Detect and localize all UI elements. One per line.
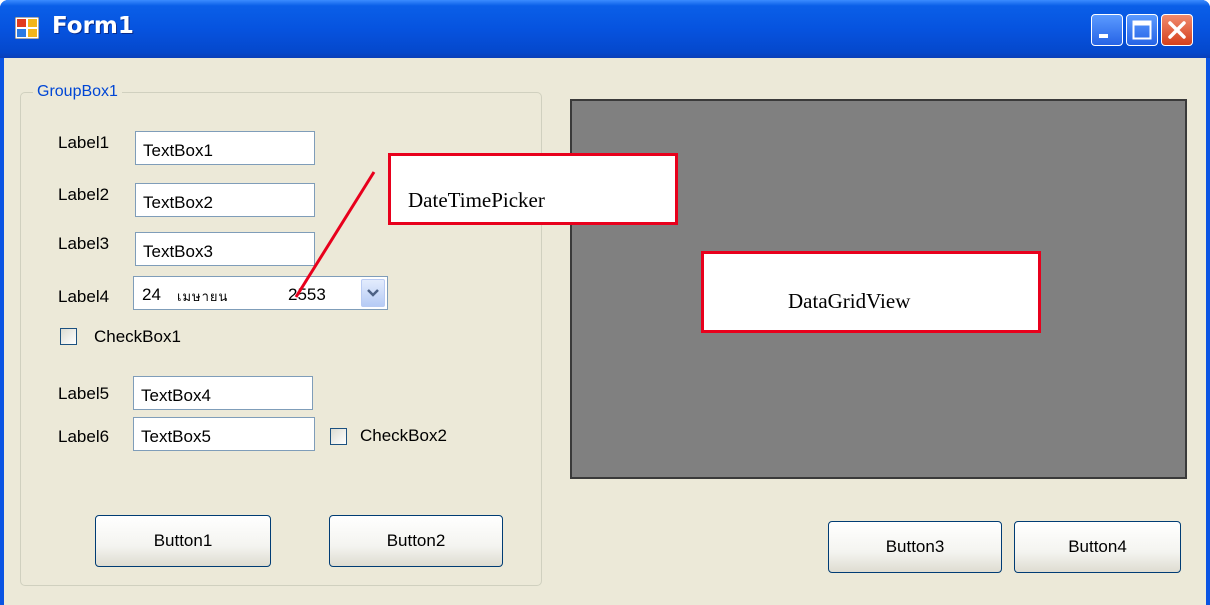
textbox5[interactable]: TextBox5 [133, 417, 315, 451]
label2: Label2 [58, 185, 110, 204]
label6: Label6 [58, 427, 110, 446]
label1: Label1 [58, 133, 110, 152]
maximize-icon [1132, 20, 1152, 40]
checkbox1[interactable] [60, 328, 77, 345]
dropdown-button[interactable] [361, 279, 385, 307]
close-icon [1168, 21, 1186, 39]
button4[interactable]: Button4 [1014, 521, 1181, 573]
textbox2[interactable]: TextBox2 [135, 183, 315, 217]
button3[interactable]: Button3 [828, 521, 1002, 573]
minimize-button[interactable] [1091, 14, 1123, 46]
checkbox2[interactable] [330, 428, 347, 445]
groupbox1-caption: GroupBox1 [33, 83, 122, 101]
date-year: 2553 [288, 285, 326, 304]
minimize-icon [1099, 34, 1108, 38]
maximize-button[interactable] [1126, 14, 1158, 46]
textbox4[interactable]: TextBox4 [133, 376, 313, 410]
datetimepicker-callout-text: DateTimePicker [408, 188, 545, 212]
datetimepicker[interactable]: 24 เมษายน 2553 [133, 276, 388, 310]
window-title: Form1 [52, 13, 134, 39]
textbox3[interactable]: TextBox3 [135, 232, 315, 266]
textbox1[interactable]: TextBox1 [135, 131, 315, 165]
label4: Label4 [58, 287, 110, 306]
date-month: เมษายน [177, 289, 229, 304]
close-button[interactable] [1161, 14, 1193, 46]
label5: Label5 [58, 384, 110, 403]
app-icon [15, 17, 39, 39]
checkbox2-label[interactable]: CheckBox2 [360, 426, 447, 446]
datagridview-callout-text: DataGridView [788, 289, 911, 313]
button1[interactable]: Button1 [95, 515, 271, 567]
datetimepicker-callout: DateTimePicker [388, 153, 678, 225]
title-bar[interactable]: Form1 [0, 0, 1210, 58]
label3: Label3 [58, 234, 110, 253]
checkbox1-label[interactable]: CheckBox1 [94, 327, 181, 347]
chevron-down-icon [367, 289, 379, 297]
button2[interactable]: Button2 [329, 515, 503, 567]
datagridview-callout: DataGridView [701, 251, 1041, 333]
date-day: 24 [142, 285, 161, 304]
